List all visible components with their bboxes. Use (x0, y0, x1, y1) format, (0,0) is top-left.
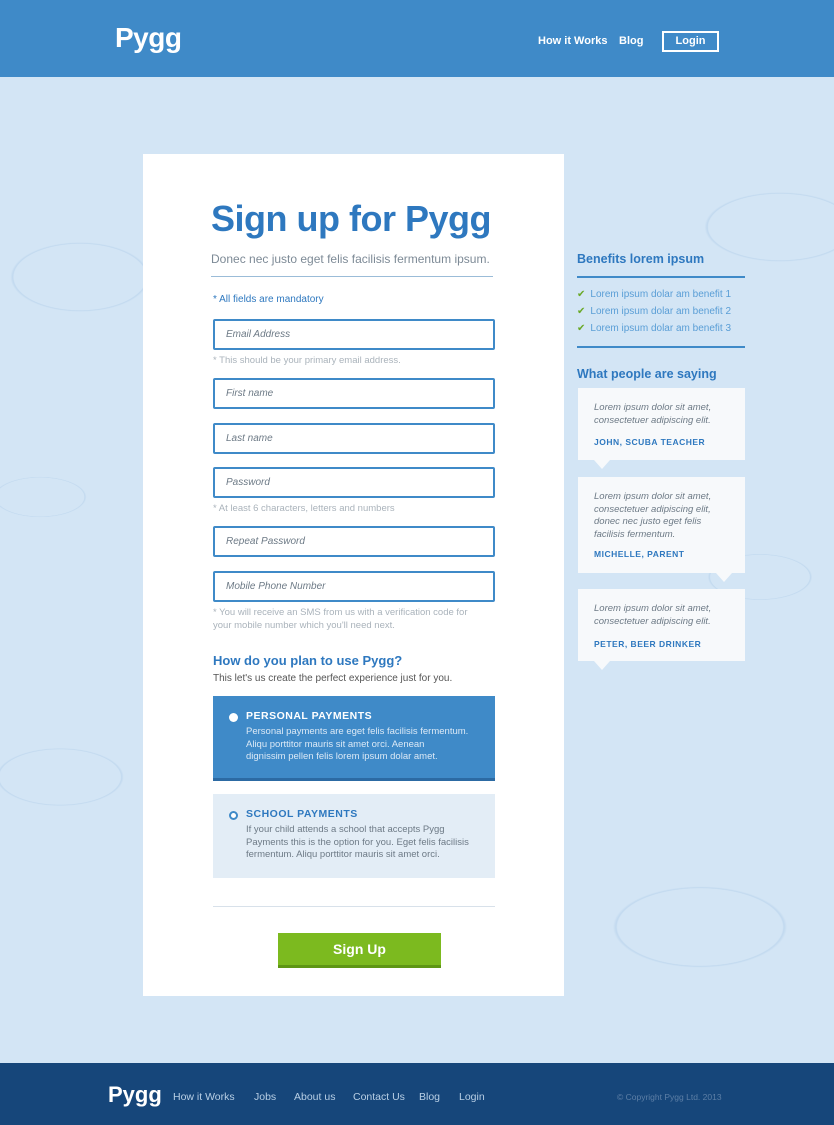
testimonial-card: Lorem ipsum dolor sit amet, consectetuer… (578, 388, 745, 469)
testimonial-card: Lorem ipsum dolor sit amet, consectetuer… (578, 477, 745, 582)
testimonial-author: JOHN, SCUBA TEACHER (594, 437, 706, 447)
password-field[interactable] (213, 467, 495, 498)
footer-link-about-us[interactable]: About us (294, 1091, 335, 1103)
site-header: Pygg How it Works Blog Login (0, 0, 834, 77)
quote-line: consectetuer adipiscing elit. (594, 615, 711, 627)
email-field[interactable] (213, 319, 495, 350)
plan-subtext: This let's us create the perfect experie… (213, 673, 453, 684)
option-desc-line: Aliqu porttitor mauris sit amet orci. Ae… (246, 738, 425, 750)
sign-up-button[interactable]: Sign Up (278, 933, 441, 968)
speech-tail (594, 460, 610, 469)
benefit-item: ✔ Lorem ipsum dolar am benefit 1 (577, 289, 731, 300)
header-logo[interactable]: Pygg (115, 22, 182, 54)
mobile-hint-line: * You will receive an SMS from us with a… (213, 607, 468, 618)
mandatory-note: * All fields are mandatory (213, 294, 324, 305)
footer-link-contact-us[interactable]: Contact Us (353, 1091, 405, 1103)
testimonial-author: MICHELLE, PARENT (594, 549, 685, 559)
testimonial-card: Lorem ipsum dolor sit amet, consectetuer… (578, 589, 745, 670)
radio-filled-icon[interactable] (229, 713, 238, 722)
check-icon: ✔ (577, 289, 586, 300)
testimonials-heading: What people are saying (577, 367, 717, 381)
quote-line: consectetuer adipiscing elit. (594, 414, 711, 426)
option-description: If your child attends a school that acce… (246, 824, 486, 862)
option-desc-line: dignissim pellen felis lorem ipsum dolar… (246, 751, 438, 762)
divider (577, 346, 745, 348)
page-title: Sign up for Pygg (211, 198, 491, 239)
password-hint: * At least 6 characters, letters and num… (213, 503, 395, 514)
benefit-item: ✔ Lorem ipsum dolar am benefit 3 (577, 323, 731, 334)
site-footer: Pygg How it Works Jobs About us Contact … (0, 1063, 834, 1125)
testimonial-quote: Lorem ipsum dolor sit amet, consectetuer… (594, 491, 734, 541)
benefit-label: Lorem ipsum dolar am benefit 2 (590, 306, 732, 317)
divider (211, 276, 493, 277)
footer-link-how-it-works[interactable]: How it Works (173, 1091, 235, 1103)
option-desc-line: fermentum. Aliqu porttitor mauris sit am… (246, 849, 440, 860)
quote-line: Lorem ipsum dolor sit amet, (594, 402, 712, 413)
quote-line: donec nec justo eget felis (594, 516, 702, 527)
divider (213, 906, 495, 907)
testimonial-quote: Lorem ipsum dolor sit amet, consectetuer… (594, 402, 734, 427)
quote-line: Lorem ipsum dolor sit amet, (594, 491, 712, 502)
mobile-phone-field[interactable] (213, 571, 495, 602)
option-school-payments[interactable]: SCHOOL PAYMENTS If your child attends a … (213, 794, 495, 878)
nav-blog[interactable]: Blog (619, 35, 643, 47)
testimonial-quote: Lorem ipsum dolor sit amet, consectetuer… (594, 603, 734, 628)
nav-how-it-works[interactable]: How it Works (538, 35, 607, 47)
option-desc-line: Personal payments are eget felis facilis… (246, 726, 469, 737)
benefit-label: Lorem ipsum dolar am benefit 1 (590, 289, 732, 300)
footer-link-blog[interactable]: Blog (419, 1091, 440, 1103)
quote-line: facilisis fermentum. (594, 528, 676, 540)
last-name-field[interactable] (213, 423, 495, 454)
footer-link-login[interactable]: Login (459, 1091, 485, 1103)
option-title: PERSONAL PAYMENTS (246, 710, 373, 722)
login-button[interactable]: Login (662, 31, 719, 52)
repeat-password-field[interactable] (213, 526, 495, 557)
testimonial-author: PETER, BEER DRINKER (594, 639, 702, 649)
copyright-text: © Copyright Pygg Ltd. 2013 (617, 1092, 722, 1102)
radio-empty-icon[interactable] (229, 811, 238, 820)
email-hint: * This should be your primary email addr… (213, 355, 401, 366)
signup-card: Sign up for Pygg Donec nec justo eget fe… (143, 154, 564, 996)
option-personal-payments[interactable]: PERSONAL PAYMENTS Personal payments are … (213, 696, 495, 781)
footer-link-jobs[interactable]: Jobs (254, 1091, 276, 1103)
quote-line: Lorem ipsum dolor sit amet, (594, 603, 712, 614)
speech-tail (716, 573, 732, 582)
divider (577, 276, 745, 278)
mobile-hint: * You will receive an SMS from us with a… (213, 606, 495, 632)
option-description: Personal payments are eget felis facilis… (246, 726, 486, 764)
mobile-hint-line: your mobile number which you'll need nex… (213, 620, 395, 631)
check-icon: ✔ (577, 306, 586, 317)
footer-logo[interactable]: Pygg (108, 1082, 162, 1108)
speech-tail (594, 661, 610, 670)
plan-question: How do you plan to use Pygg? (213, 653, 403, 668)
page-subtitle: Donec nec justo eget felis facilisis fer… (211, 252, 490, 266)
benefits-heading: Benefits lorem ipsum (577, 252, 705, 266)
option-desc-line: Payments this is the option for you. Ege… (246, 836, 469, 848)
benefit-label: Lorem ipsum dolar am benefit 3 (590, 323, 732, 334)
option-title: SCHOOL PAYMENTS (246, 808, 358, 820)
option-desc-line: If your child attends a school that acce… (246, 824, 445, 835)
check-icon: ✔ (577, 323, 586, 334)
quote-line: consectetuer adipiscing elit, (594, 503, 711, 515)
benefit-item: ✔ Lorem ipsum dolar am benefit 2 (577, 306, 731, 317)
first-name-field[interactable] (213, 378, 495, 409)
